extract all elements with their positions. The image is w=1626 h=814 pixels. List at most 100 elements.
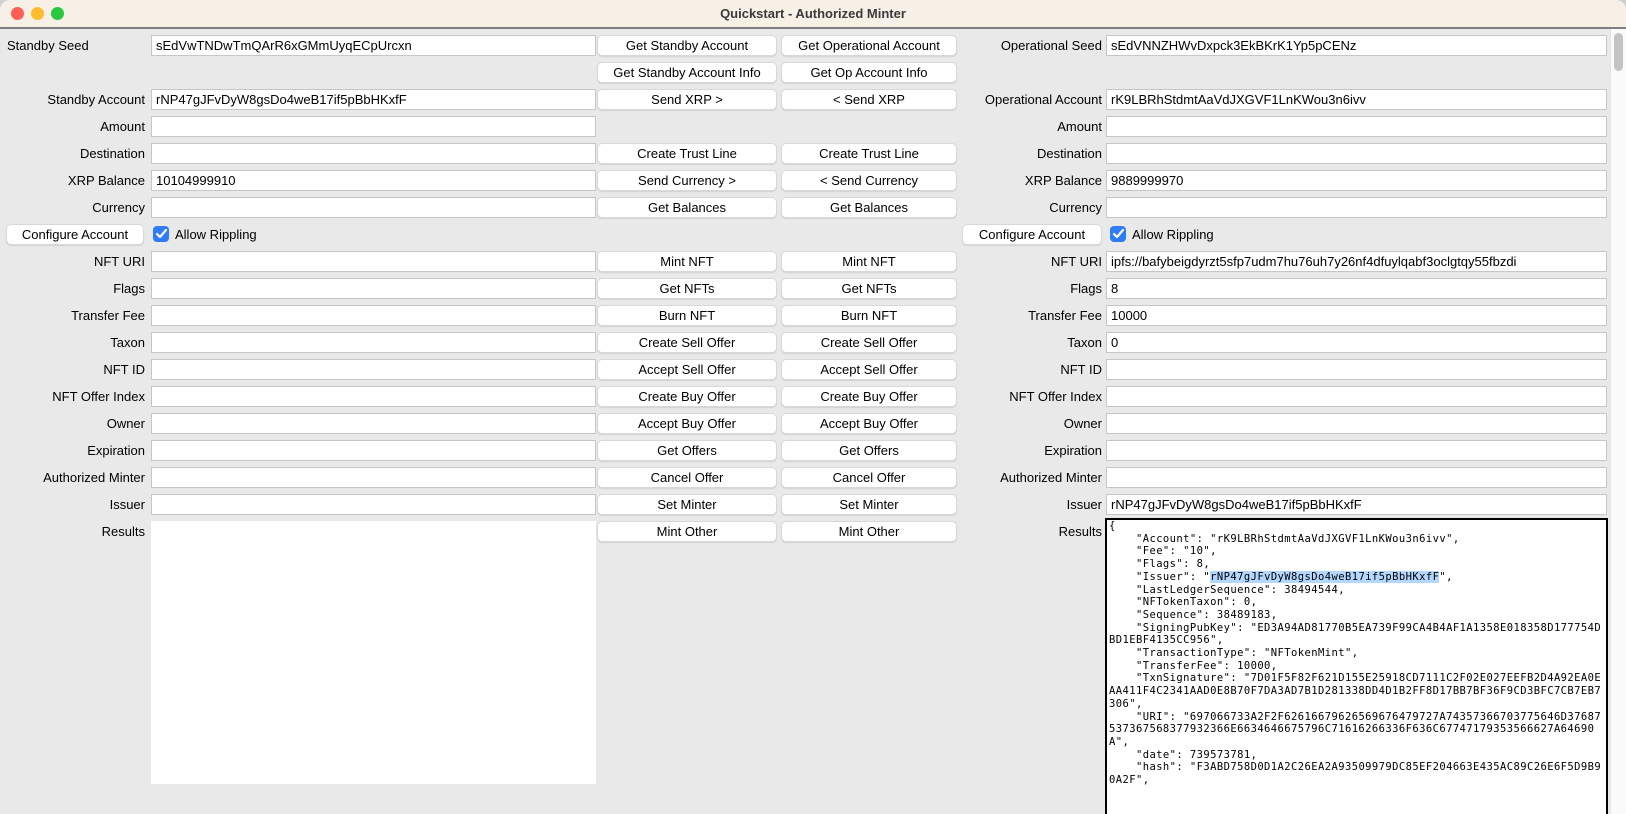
standby-accept-sell-offer-button[interactable]: Accept Sell Offer [597,359,777,380]
standby-account-label: Standby Account [0,89,145,110]
operational-accept-buy-offer-button[interactable]: Accept Buy Offer [781,413,957,434]
operational-destination-input[interactable] [1106,143,1607,164]
operational-account-label: Operational Account [955,89,1102,110]
standby-mint-nft-button[interactable]: Mint NFT [597,251,777,272]
standby-owner-input[interactable] [151,413,596,434]
standby-nft-id-input[interactable] [151,359,596,380]
titlebar: Quickstart - Authorized Minter [0,0,1626,27]
operational-configure-account-button[interactable]: Configure Account [962,224,1102,245]
standby-issuer-input[interactable] [151,494,596,515]
standby-set-minter-button[interactable]: Set Minter [597,494,777,515]
standby-authorized-minter-label: Authorized Minter [0,467,145,488]
standby-cancel-offer-button[interactable]: Cancel Offer [597,467,777,488]
standby-get-offers-button[interactable]: Get Offers [597,440,777,461]
standby-currency-label: Currency [0,197,145,218]
operational-currency-label: Currency [955,197,1102,218]
operational-nft-uri-input[interactable] [1106,251,1607,272]
operational-account-input[interactable] [1106,89,1607,110]
operational-flags-input[interactable] [1106,278,1607,299]
standby-send-currency-button[interactable]: Send Currency > [597,170,777,191]
operational-authorized-minter-input[interactable] [1106,467,1607,488]
standby-currency-input[interactable] [151,197,596,218]
standby-xrp-balance-input[interactable] [151,170,596,191]
standby-seed-input[interactable] [151,35,596,56]
operational-mint-other-button[interactable]: Mint Other [781,521,957,542]
get-standby-account-button[interactable]: Get Standby Account [597,35,777,56]
operational-amount-input[interactable] [1106,116,1607,137]
standby-create-buy-offer-button[interactable]: Create Buy Offer [597,386,777,407]
operational-expiration-input[interactable] [1106,440,1607,461]
operational-xrp-balance-input[interactable] [1106,170,1607,191]
operational-mint-nft-button[interactable]: Mint NFT [781,251,957,272]
operational-nft-uri-label: NFT URI [955,251,1102,272]
operational-destination-label: Destination [955,143,1102,164]
standby-destination-input[interactable] [151,143,596,164]
standby-burn-nft-button[interactable]: Burn NFT [597,305,777,326]
standby-xrp-balance-label: XRP Balance [0,170,145,191]
standby-flags-input[interactable] [151,278,596,299]
standby-nft-offer-index-label: NFT Offer Index [0,386,145,407]
standby-get-nfts-button[interactable]: Get NFTs [597,278,777,299]
standby-allow-rippling-checkbox[interactable] [153,226,169,242]
standby-results-area[interactable] [151,521,596,784]
results-json-selected-text: rNP47gJFvDyW8gsDo4weB17if5pBbHKxfF [1210,571,1439,583]
standby-send-xrp-button[interactable]: Send XRP > [597,89,777,110]
results-json-text: { "Account": "rK9LBRhStdmtAaVdJXGVF1LnKW… [1109,520,1604,787]
operational-issuer-input[interactable] [1106,494,1607,515]
operational-transfer-fee-input[interactable] [1106,305,1607,326]
operational-nft-id-input[interactable] [1106,359,1607,380]
operational-owner-input[interactable] [1106,413,1607,434]
standby-create-sell-offer-button[interactable]: Create Sell Offer [597,332,777,353]
vertical-scrollbar-thumb[interactable] [1614,33,1623,71]
standby-owner-label: Owner [0,413,145,434]
standby-taxon-input[interactable] [151,332,596,353]
operational-accept-sell-offer-button[interactable]: Accept Sell Offer [781,359,957,380]
standby-allow-rippling-label: Allow Rippling [175,224,257,245]
standby-accept-buy-offer-button[interactable]: Accept Buy Offer [597,413,777,434]
standby-configure-account-button[interactable]: Configure Account [6,224,144,245]
standby-nft-uri-input[interactable] [151,251,596,272]
standby-account-input[interactable] [151,89,596,110]
operational-create-sell-offer-button[interactable]: Create Sell Offer [781,332,957,353]
operational-create-buy-offer-button[interactable]: Create Buy Offer [781,386,957,407]
operational-burn-nft-button[interactable]: Burn NFT [781,305,957,326]
operational-create-trust-line-button[interactable]: Create Trust Line [781,143,957,164]
operational-cancel-offer-button[interactable]: Cancel Offer [781,467,957,488]
standby-amount-label: Amount [0,116,145,137]
operational-taxon-label: Taxon [955,332,1102,353]
get-operational-account-button[interactable]: Get Operational Account [781,35,957,56]
app-window: Quickstart - Authorized Minter Standby S… [0,0,1626,814]
standby-create-trust-line-button[interactable]: Create Trust Line [597,143,777,164]
operational-currency-input[interactable] [1106,197,1607,218]
operational-results-area[interactable]: { "Account": "rK9LBRhStdmtAaVdJXGVF1LnKW… [1105,518,1608,814]
operational-get-offers-button[interactable]: Get Offers [781,440,957,461]
operational-owner-label: Owner [955,413,1102,434]
get-op-account-info-button[interactable]: Get Op Account Info [781,62,957,83]
operational-nft-offer-index-label: NFT Offer Index [955,386,1102,407]
operational-get-nfts-button[interactable]: Get NFTs [781,278,957,299]
operational-authorized-minter-label: Authorized Minter [955,467,1102,488]
operational-taxon-input[interactable] [1106,332,1607,353]
get-standby-account-info-button[interactable]: Get Standby Account Info [597,62,777,83]
standby-mint-other-button[interactable]: Mint Other [597,521,777,542]
operational-xrp-balance-label: XRP Balance [955,170,1102,191]
standby-amount-input[interactable] [151,116,596,137]
operational-transfer-fee-label: Transfer Fee [955,305,1102,326]
operational-nft-offer-index-input[interactable] [1106,386,1607,407]
standby-results-label: Results [0,521,145,542]
standby-nft-offer-index-input[interactable] [151,386,596,407]
standby-issuer-label: Issuer [0,494,145,515]
operational-seed-input[interactable] [1106,35,1607,56]
results-json-after: ", "LastLedgerSequence": 38494544, "NFTo… [1109,571,1601,786]
operational-send-xrp-button[interactable]: < Send XRP [781,89,957,110]
standby-transfer-fee-input[interactable] [151,305,596,326]
operational-allow-rippling-checkbox[interactable] [1110,226,1126,242]
vertical-scrollbar[interactable] [1610,29,1626,814]
standby-authorized-minter-input[interactable] [151,467,596,488]
operational-get-balances-button[interactable]: Get Balances [781,197,957,218]
operational-send-currency-button[interactable]: < Send Currency [781,170,957,191]
standby-expiration-input[interactable] [151,440,596,461]
standby-get-balances-button[interactable]: Get Balances [597,197,777,218]
operational-set-minter-button[interactable]: Set Minter [781,494,957,515]
standby-expiration-label: Expiration [0,440,145,461]
